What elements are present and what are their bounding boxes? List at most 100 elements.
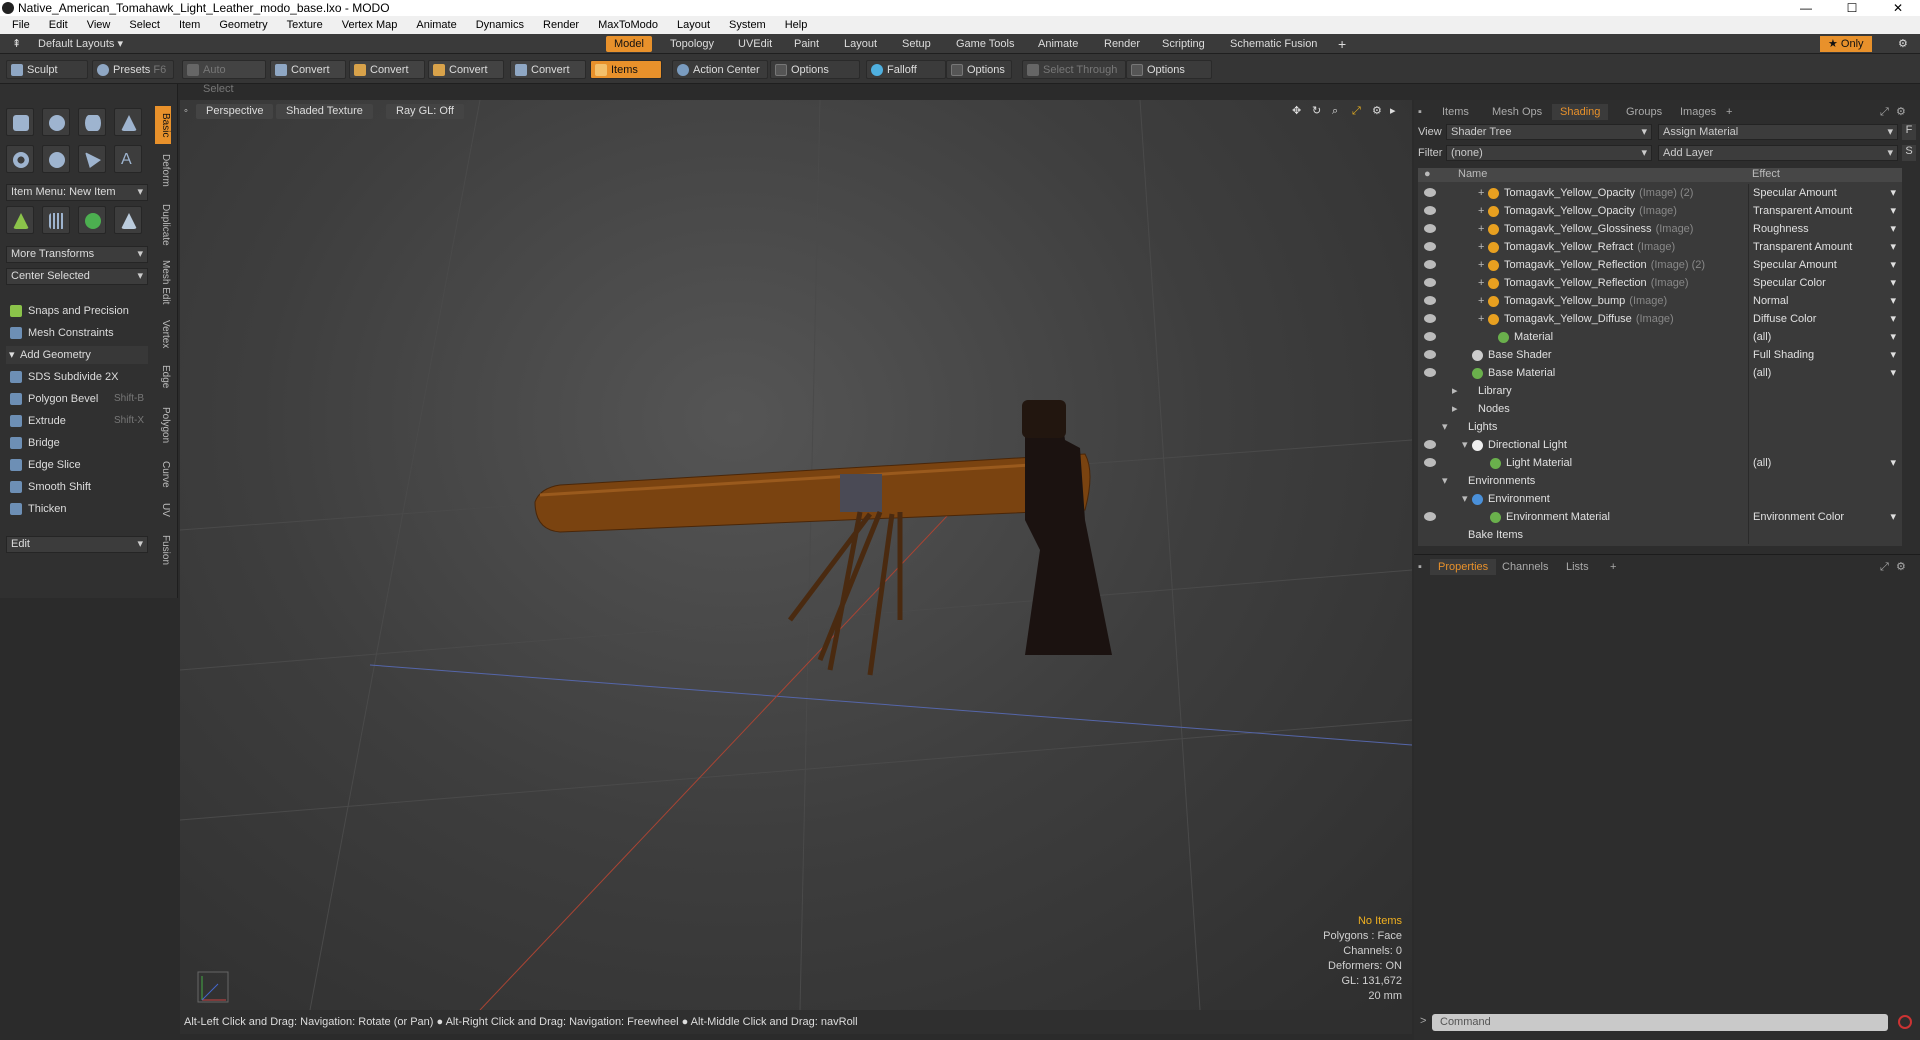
pyramid-icon[interactable] [114,206,142,234]
tab-paint[interactable]: Paint [786,36,827,52]
3d-viewport[interactable]: No Items Polygons : Face Channels: 0 Def… [180,100,1412,1010]
menu-view[interactable]: View [75,19,118,31]
item-menu-dropdown[interactable]: Item Menu: New Item [6,184,148,201]
effect-dropdown[interactable]: Transparent Amount [1748,202,1900,220]
tool-edge-slice[interactable]: Edge Slice [6,456,148,474]
menu-file[interactable]: File [0,19,37,31]
record-icon[interactable] [1898,1015,1912,1029]
eye-icon[interactable] [1424,458,1436,467]
effect-dropdown[interactable]: Normal [1748,292,1900,310]
shader-tree-row[interactable]: Base Material (all) [1418,364,1902,382]
menu-layout[interactable]: Layout [665,19,717,31]
shader-tree-row[interactable]: Light Material (all) [1418,454,1902,472]
fit-icon[interactable]: ⤢ [1352,104,1361,119]
menu-select[interactable]: Select [117,19,167,31]
shader-tree-row[interactable]: + Tomagavk_Yellow_Opacity (Image) Transpare… [1418,202,1902,220]
eye-icon[interactable] [1424,440,1436,449]
vtab-uv[interactable]: UV [155,498,171,522]
viewport-gear-icon[interactable]: ⚙ [1372,104,1382,119]
expand-toggle-icon[interactable]: + [1478,256,1484,274]
tab-setup[interactable]: Setup [894,36,939,52]
tab-images[interactable]: Images [1672,104,1724,120]
expand-toggle-icon[interactable]: + [1478,202,1484,220]
eye-icon[interactable] [1424,314,1436,323]
tab-shading[interactable]: Shading [1552,104,1609,120]
shader-tree-row[interactable]: + Tomagavk_Yellow_bump (Image) Normal [1418,292,1902,310]
cube-icon[interactable] [6,108,34,136]
shader-tree-row[interactable]: ▸ Library [1418,382,1902,400]
tab-layout[interactable]: Layout [836,36,885,52]
expand-toggle-icon[interactable]: ▾ [1442,472,1448,490]
menu-animate[interactable]: Animate [404,19,463,31]
pan-icon[interactable]: ✥ [1292,104,1301,119]
convert-button-2[interactable]: Convert [349,60,425,79]
checkbox-icon[interactable] [951,64,963,76]
expand-toggle-icon[interactable]: + [1478,220,1484,238]
expand-toggle-icon[interactable]: ▾ [1462,436,1468,454]
checkbox-icon[interactable] [775,64,787,76]
expand-toggle-icon[interactable]: ▸ [1452,400,1458,418]
tab-groups[interactable]: Groups [1618,104,1670,120]
expand-toggle-icon[interactable]: ▾ [1462,490,1468,508]
effect-dropdown[interactable]: Roughness [1748,220,1900,238]
effect-dropdown[interactable]: Specular Amount [1748,184,1900,202]
globe-icon[interactable] [78,206,106,234]
tab-game-tools[interactable]: Game Tools [948,36,1023,52]
shader-tree-row[interactable]: ▾ Environment [1418,490,1902,508]
shader-tree-row[interactable]: + Tomagavk_Yellow_Glossiness (Image) Roughn… [1418,220,1902,238]
eye-icon[interactable] [1424,260,1436,269]
tool-bridge[interactable]: Bridge [6,434,148,452]
add-geometry-section[interactable]: ▾ Add Geometry [6,346,148,364]
expand-toggle-icon[interactable]: ▸ [1452,382,1458,400]
menu-system[interactable]: System [717,19,773,31]
auto-select-button[interactable]: Auto Select [182,60,266,95]
viewport-menu-icon[interactable]: ◦ [184,104,188,119]
tab-items[interactable]: Items [1434,104,1477,120]
eye-icon[interactable] [1424,368,1436,377]
vtab-mesh-edit[interactable]: Mesh Edit [155,256,171,308]
eye-icon[interactable] [1424,242,1436,251]
view-dropdown[interactable]: Shader Tree [1446,124,1652,140]
tool-thicken[interactable]: Thicken [6,500,148,518]
filter-dropdown[interactable]: (none) [1446,145,1652,161]
menu-geometry[interactable]: Geometry [207,19,274,31]
center-selected-dropdown[interactable]: Center Selected [6,268,148,285]
effect-dropdown[interactable]: Full Shading [1748,346,1900,364]
close-icon[interactable]: ✕ [1878,0,1918,16]
expand-toggle-icon[interactable]: + [1478,292,1484,310]
vtab-duplicate[interactable]: Duplicate [155,198,171,252]
items-button[interactable]: Items [590,60,662,79]
panel-menu-icon[interactable]: ▪ [1416,559,1424,575]
expand-toggle-icon[interactable]: + [1478,274,1484,292]
eye-icon[interactable] [1424,350,1436,359]
tab-render[interactable]: Render [1096,36,1148,52]
action-center-button[interactable]: Action Center [672,60,768,79]
effect-dropdown[interactable]: Diffuse Color [1748,310,1900,328]
zoom-icon[interactable]: ⌕ [1332,104,1338,119]
shader-tree-row[interactable]: ▸ Nodes [1418,400,1902,418]
sculpt-button[interactable]: Sculpt [6,60,88,79]
tab-topology[interactable]: Topology [662,36,722,52]
menu-dynamics[interactable]: Dynamics [464,19,531,31]
menu-vertex-map[interactable]: Vertex Map [330,19,405,31]
default-layouts-dropdown[interactable]: Default Layouts ▾ [30,36,131,52]
menu-render[interactable]: Render [531,19,586,31]
tab-lists[interactable]: Lists [1558,559,1597,575]
eye-icon[interactable] [1424,512,1436,521]
menu-help[interactable]: Help [773,19,815,31]
shader-tree-row[interactable]: + Tomagavk_Yellow_Reflection (Image) (2) Sp… [1418,256,1902,274]
menu-item[interactable]: Item [167,19,207,31]
minimize-icon[interactable]: — [1786,0,1826,16]
tab-uvedit[interactable]: UVEdit [730,36,780,52]
falloff-button[interactable]: Falloff [866,60,946,79]
shader-tree-row[interactable]: + Tomagavk_Yellow_Diffuse (Image) Diffuse C… [1418,310,1902,328]
layout-collapse-icon[interactable]: ⇞ [4,36,29,52]
tool-sds-subdivide[interactable]: SDS Subdivide 2X [6,368,148,386]
assign-material-button[interactable]: Assign Material [1658,124,1898,140]
capsule-icon[interactable] [42,145,70,173]
options-button-3[interactable]: Options [1126,60,1212,79]
tab-animate[interactable]: Animate [1030,36,1086,52]
text-icon[interactable]: A [114,145,142,173]
f-button[interactable]: F [1902,124,1916,140]
cone-icon[interactable] [114,108,142,136]
